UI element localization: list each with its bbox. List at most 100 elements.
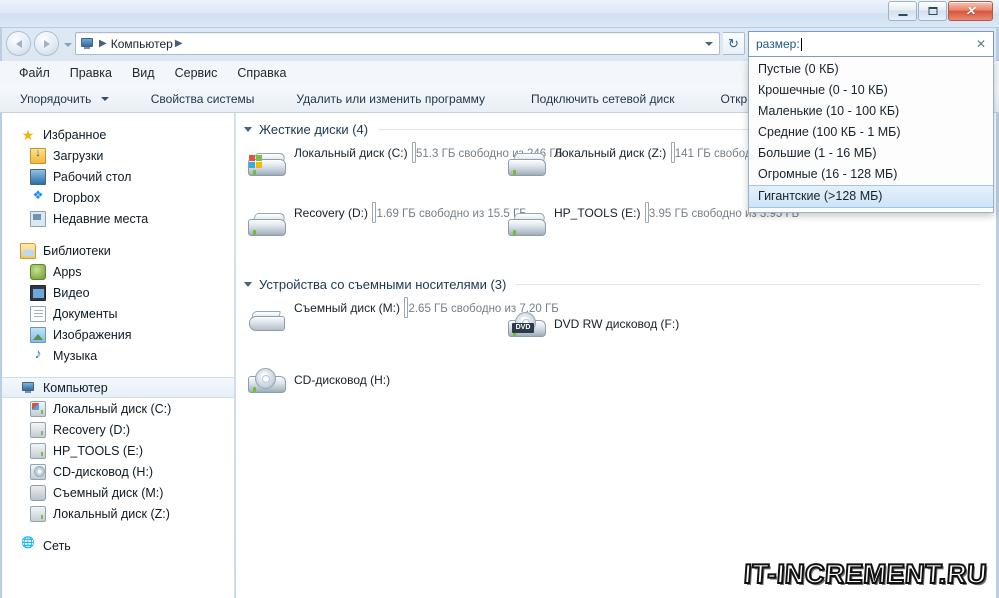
sidebar-label: Недавние места <box>53 211 149 226</box>
downloads-icon <box>30 147 46 164</box>
sidebar-item-removable-disk-m[interactable]: Съемный диск (M:) <box>2 482 234 503</box>
computer-icon <box>79 36 95 51</box>
watermark: IT-INCREMENT.RU <box>742 558 989 590</box>
dvd-label: DVD <box>512 323 534 333</box>
drive-tile-h-cd[interactable]: CD-дисковод (H:) <box>246 360 390 400</box>
close-button[interactable]: ✕ <box>948 1 993 21</box>
suggestion-item[interactable]: Крошечные (0 - 10 КБ) <box>749 80 993 101</box>
organize-button[interactable]: Упорядочить <box>10 89 119 109</box>
sidebar-label: Изображения <box>53 327 132 342</box>
apps-icon <box>30 263 46 280</box>
menu-help[interactable]: Справка <box>228 64 295 82</box>
sidebar-item-downloads[interactable]: Загрузки <box>2 145 234 166</box>
menu-tools[interactable]: Сервис <box>166 64 227 82</box>
sidebar-item-documents[interactable]: Документы <box>2 303 234 324</box>
drive-tile-f-dvd[interactable]: DVD DVD RW дисковод (F:) <box>506 304 679 344</box>
pictures-icon <box>30 326 46 343</box>
search-input[interactable]: размер: ✕ <box>748 31 994 57</box>
sidebar-item-local-disk-z[interactable]: Локальный диск (Z:) <box>2 503 234 524</box>
map-network-drive-button[interactable]: Подключить сетевой диск <box>521 89 684 109</box>
hdd-icon <box>30 505 46 522</box>
sidebar-label: Компьютер <box>43 380 108 395</box>
breadcrumb-computer[interactable]: Компьютер <box>111 37 173 51</box>
system-properties-button[interactable]: Свойства системы <box>141 89 265 109</box>
sidebar-item-dropbox[interactable]: Dropbox <box>2 187 234 208</box>
sidebar-item-recovery-d[interactable]: Recovery (D:) <box>2 419 234 440</box>
minimize-button[interactable] <box>888 1 917 21</box>
sidebar-label: Apps <box>53 264 82 279</box>
sidebar-item-desktop[interactable]: Рабочий стол <box>2 166 234 187</box>
sidebar-item-computer[interactable]: Компьютер <box>2 377 234 398</box>
drive-tile-d[interactable]: Recovery (D:) 1.69 ГБ свободно из 15.5 Г… <box>246 202 527 243</box>
uninstall-change-program-button[interactable]: Удалить или изменить программу <box>286 89 495 109</box>
history-dropdown-icon[interactable] <box>62 33 75 55</box>
maximize-button[interactable] <box>918 1 947 21</box>
sidebar-label: Загрузки <box>53 148 104 163</box>
sidebar-item-network[interactable]: Сеть <box>2 535 234 556</box>
sidebar-item-music[interactable]: Музыка <box>2 345 234 366</box>
refresh-icon: ↻ <box>728 35 739 51</box>
menu-view[interactable]: Вид <box>123 64 164 82</box>
section-header[interactable]: Устройства со съемными носителями (3) <box>236 277 996 292</box>
back-button[interactable] <box>6 31 31 56</box>
title-bar: ✕ <box>0 0 999 28</box>
usb-drive-icon <box>30 484 46 501</box>
text-caret <box>800 37 802 51</box>
minimize-icon <box>898 14 907 16</box>
section-title: Устройства со съемными носителями (3) <box>259 277 507 292</box>
sidebar-label: Библиотеки <box>43 243 111 258</box>
chevron-down-icon <box>100 97 109 102</box>
suggestion-item[interactable]: Средние (100 КБ - 1 МБ) <box>749 122 993 143</box>
navigation-buttons <box>6 31 75 56</box>
sidebar-label: Локальный диск (Z:) <box>53 506 170 521</box>
close-icon: ✕ <box>965 4 976 18</box>
menu-file[interactable]: Файл <box>10 64 59 82</box>
sidebar-item-pictures[interactable]: Изображения <box>2 324 234 345</box>
collapse-triangle-icon[interactable] <box>244 282 252 287</box>
forward-button[interactable] <box>34 31 59 56</box>
sidebar-label: HP_TOOLS (E:) <box>53 443 144 458</box>
suggestion-item[interactable]: Большие (1 - 16 МБ) <box>749 143 993 164</box>
sidebar-label: Локальный диск (C:) <box>53 401 172 416</box>
clear-search-icon[interactable]: ✕ <box>973 36 989 52</box>
suggestion-item[interactable]: Маленькие (10 - 100 КБ) <box>749 101 993 122</box>
sidebar-item-recent-places[interactable]: Недавние места <box>2 208 234 229</box>
sidebar-label: Съемный диск (M:) <box>53 485 164 500</box>
address-bar[interactable]: ▶ Компьютер ▶ <box>75 32 720 55</box>
sidebar-item-cd-drive-h[interactable]: CD-дисковод (H:) <box>2 461 234 482</box>
menu-edit[interactable]: Правка <box>61 64 121 82</box>
nav-group-network: Сеть <box>2 535 234 556</box>
removable-devices-grid: Съемный диск (M:) 2.65 ГБ свободно из 7.… <box>236 297 996 428</box>
hdd-windows-icon <box>246 143 290 183</box>
suggestion-item[interactable]: Огромные (16 - 128 МБ) <box>749 164 993 185</box>
nav-group-computer: Компьютер Локальный диск (C:) Recovery (… <box>2 377 234 524</box>
sidebar-label: CD-дисковод (H:) <box>53 464 154 479</box>
sidebar-item-apps[interactable]: Apps <box>2 261 234 282</box>
nav-group-favorites: ★ Избранное Загрузки Рабочий стол Dropbo… <box>2 124 234 229</box>
maximize-icon <box>928 7 937 15</box>
drive-name: HP_TOOLS (E:) <box>554 206 641 220</box>
documents-icon <box>30 305 46 322</box>
suggestion-item-selected[interactable]: Гигантские (>128 МБ) <box>749 185 993 208</box>
sidebar-item-video[interactable]: Видео <box>2 282 234 303</box>
navigation-pane: ★ Избранное Загрузки Рабочий стол Dropbo… <box>2 113 235 598</box>
sidebar-item-libraries[interactable]: Библиотеки <box>2 240 234 261</box>
search-suggestions-dropdown: Пустые (0 КБ) Крошечные (0 - 10 КБ) Мале… <box>748 57 994 213</box>
computer-icon <box>20 380 36 396</box>
music-icon <box>30 345 46 364</box>
sidebar-label: Рабочий стол <box>53 169 132 184</box>
collapse-triangle-icon[interactable] <box>244 127 252 132</box>
refresh-button[interactable]: ↻ <box>723 32 745 55</box>
sidebar-item-hp-tools-e[interactable]: HP_TOOLS (E:) <box>2 440 234 461</box>
sidebar-label: Документы <box>53 306 118 321</box>
hdd-icon <box>246 203 290 243</box>
sidebar-label: Музыка <box>53 348 98 363</box>
cd-drive-icon <box>246 360 290 400</box>
section-rule <box>516 284 980 285</box>
sidebar-item-favorites[interactable]: ★ Избранное <box>2 124 234 145</box>
explorer-window: ✕ ▶ Компьютер ▶ ↻ размер: ✕ Пустые (0 КБ… <box>0 0 999 598</box>
suggestion-item[interactable]: Пустые (0 КБ) <box>749 59 993 80</box>
sidebar-item-local-disk-c[interactable]: Локальный диск (C:) <box>2 398 234 419</box>
address-dropdown-icon[interactable] <box>702 33 717 54</box>
dropbox-icon <box>30 188 46 206</box>
